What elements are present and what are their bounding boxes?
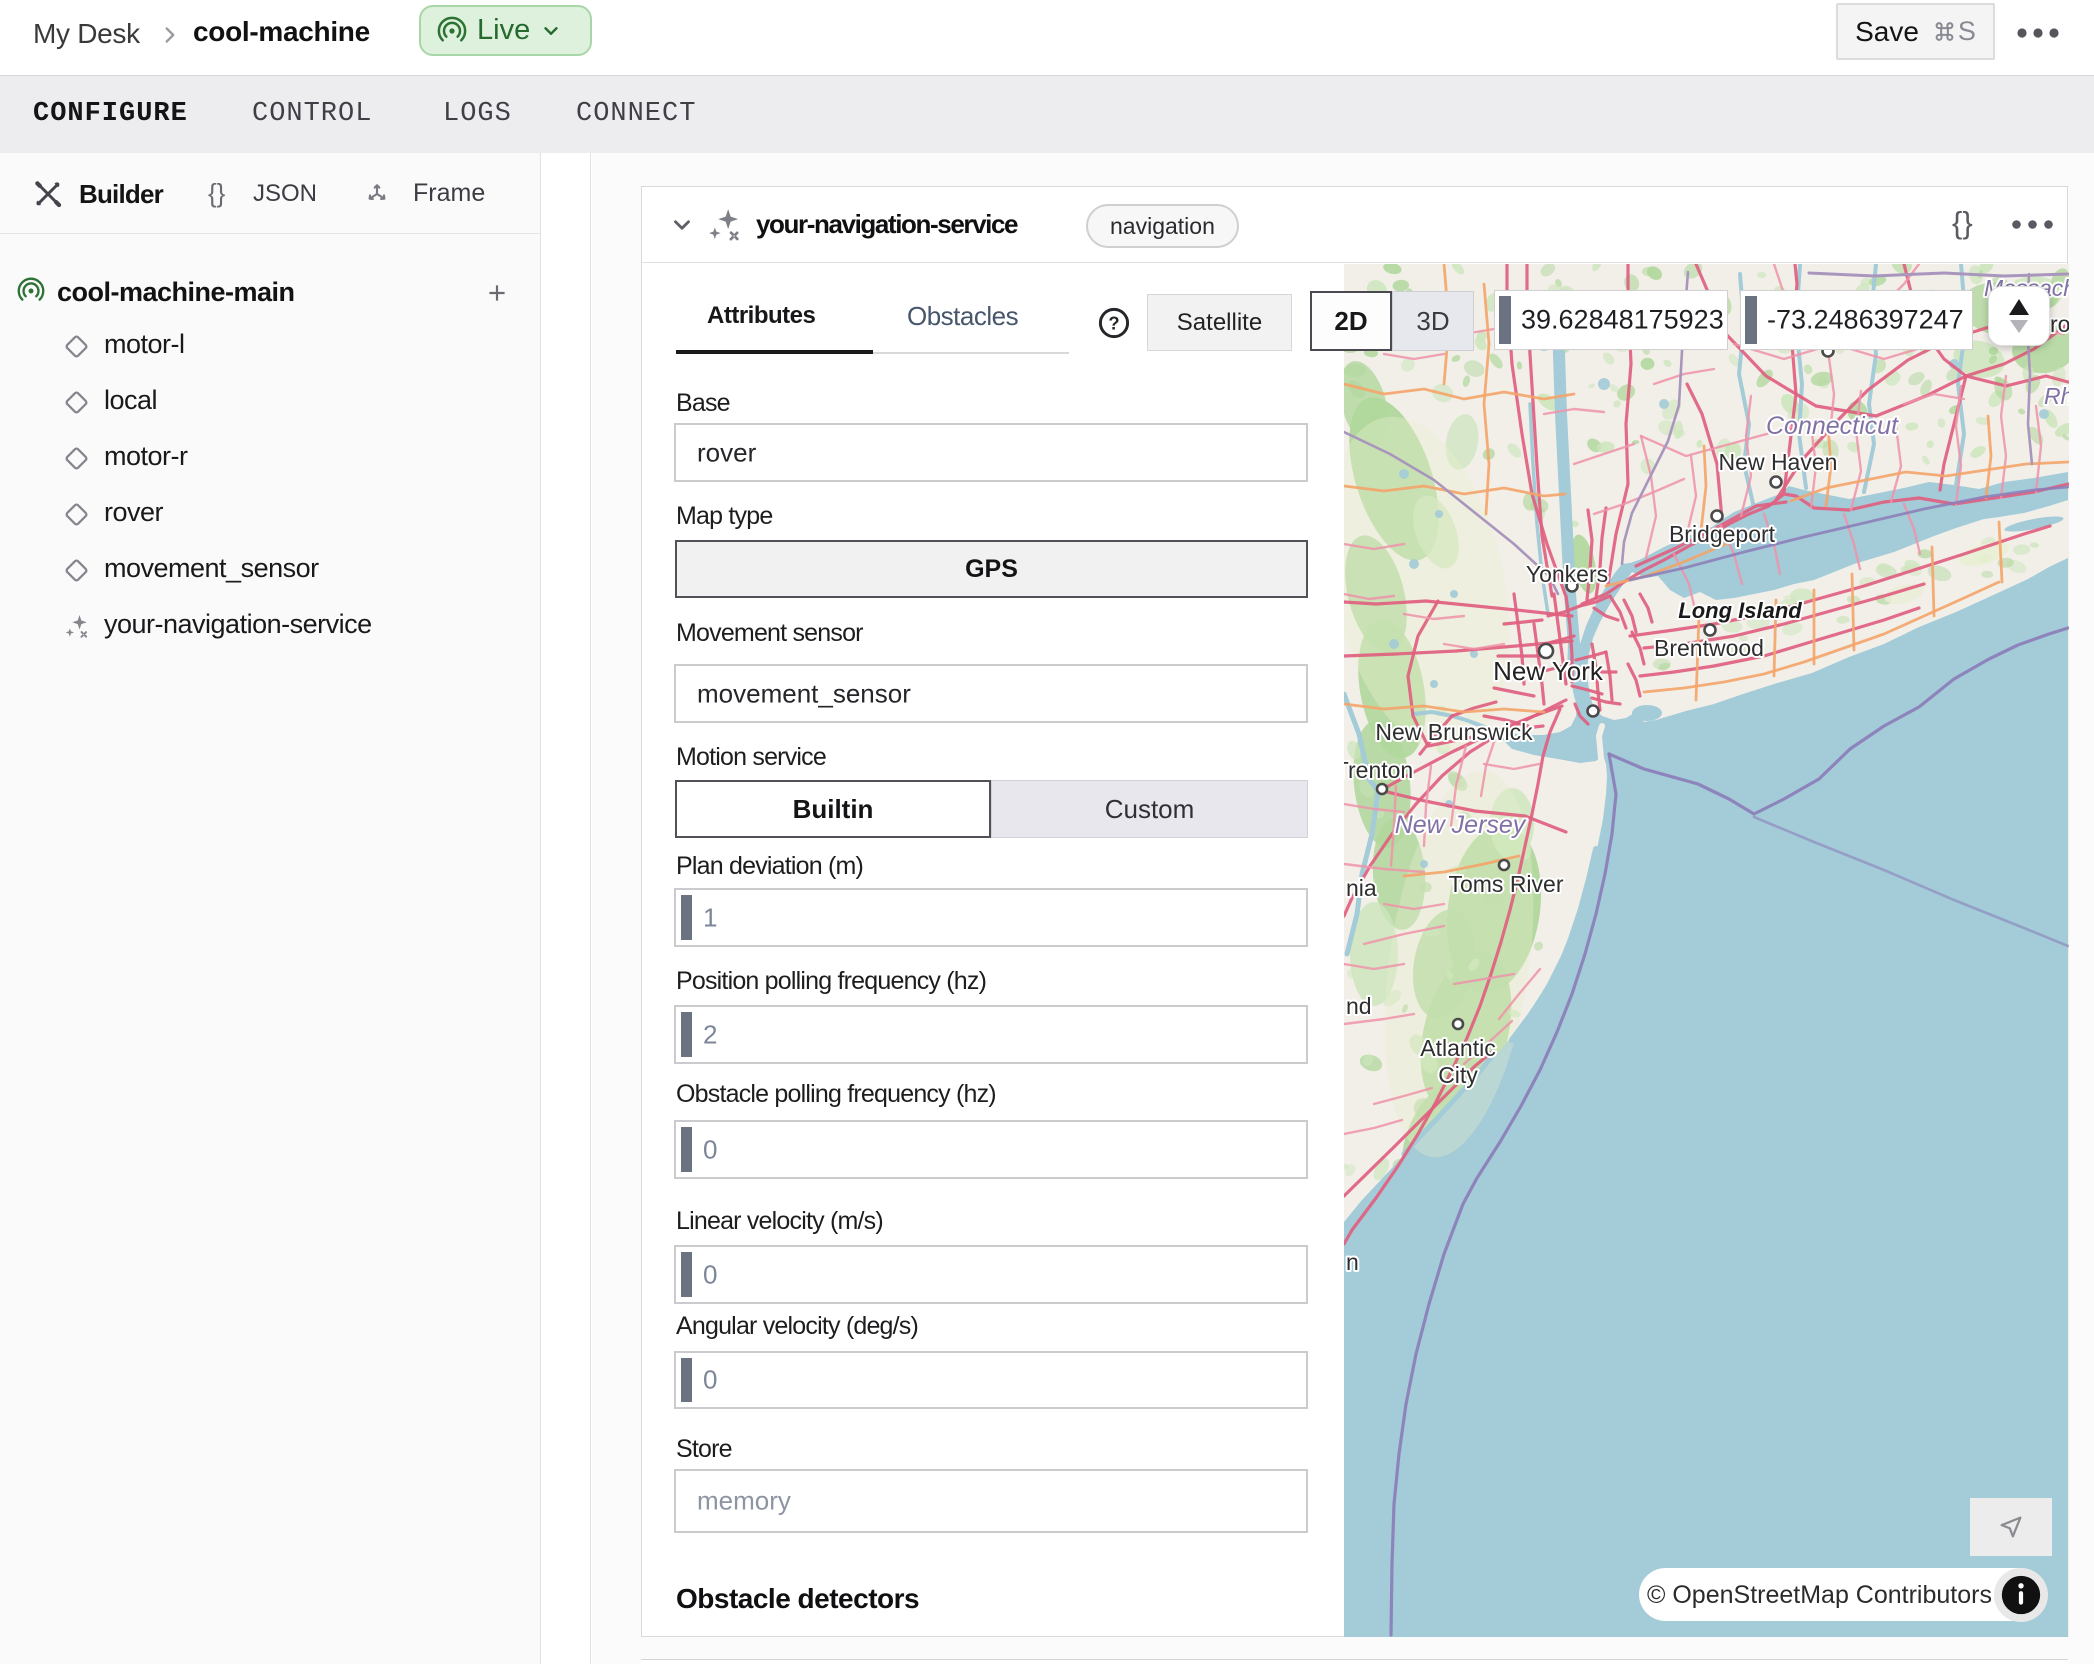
svg-text:Long Island: Long Island [1678, 598, 1802, 623]
svg-text:nd: nd [1346, 993, 1372, 1019]
svg-text:Trenton: Trenton [1344, 757, 1413, 783]
svg-text:New Brunswick: New Brunswick [1375, 719, 1533, 745]
svg-text:Connecticut: Connecticut [1766, 412, 1899, 440]
svg-text:Atlantic: Atlantic [1420, 1035, 1495, 1061]
svg-text:Toms River: Toms River [1448, 871, 1563, 897]
svg-text:City: City [1438, 1062, 1478, 1088]
svg-text:n: n [1346, 1249, 1359, 1275]
svg-text:Rhod: Rhod [2044, 383, 2069, 409]
svg-text:nia: nia [1346, 875, 1377, 901]
svg-text:Bridgeport: Bridgeport [1669, 521, 1776, 547]
svg-text:rov: rov [2050, 311, 2069, 337]
svg-text:Yonkers: Yonkers [1526, 561, 1608, 587]
svg-text:New Jersey: New Jersey [1395, 811, 1527, 839]
svg-text:?: ? [1108, 312, 1119, 333]
svg-text:New York: New York [1493, 656, 1604, 686]
svg-text:Brentwood: Brentwood [1654, 635, 1764, 661]
svg-text:New Haven: New Haven [1719, 449, 1838, 475]
